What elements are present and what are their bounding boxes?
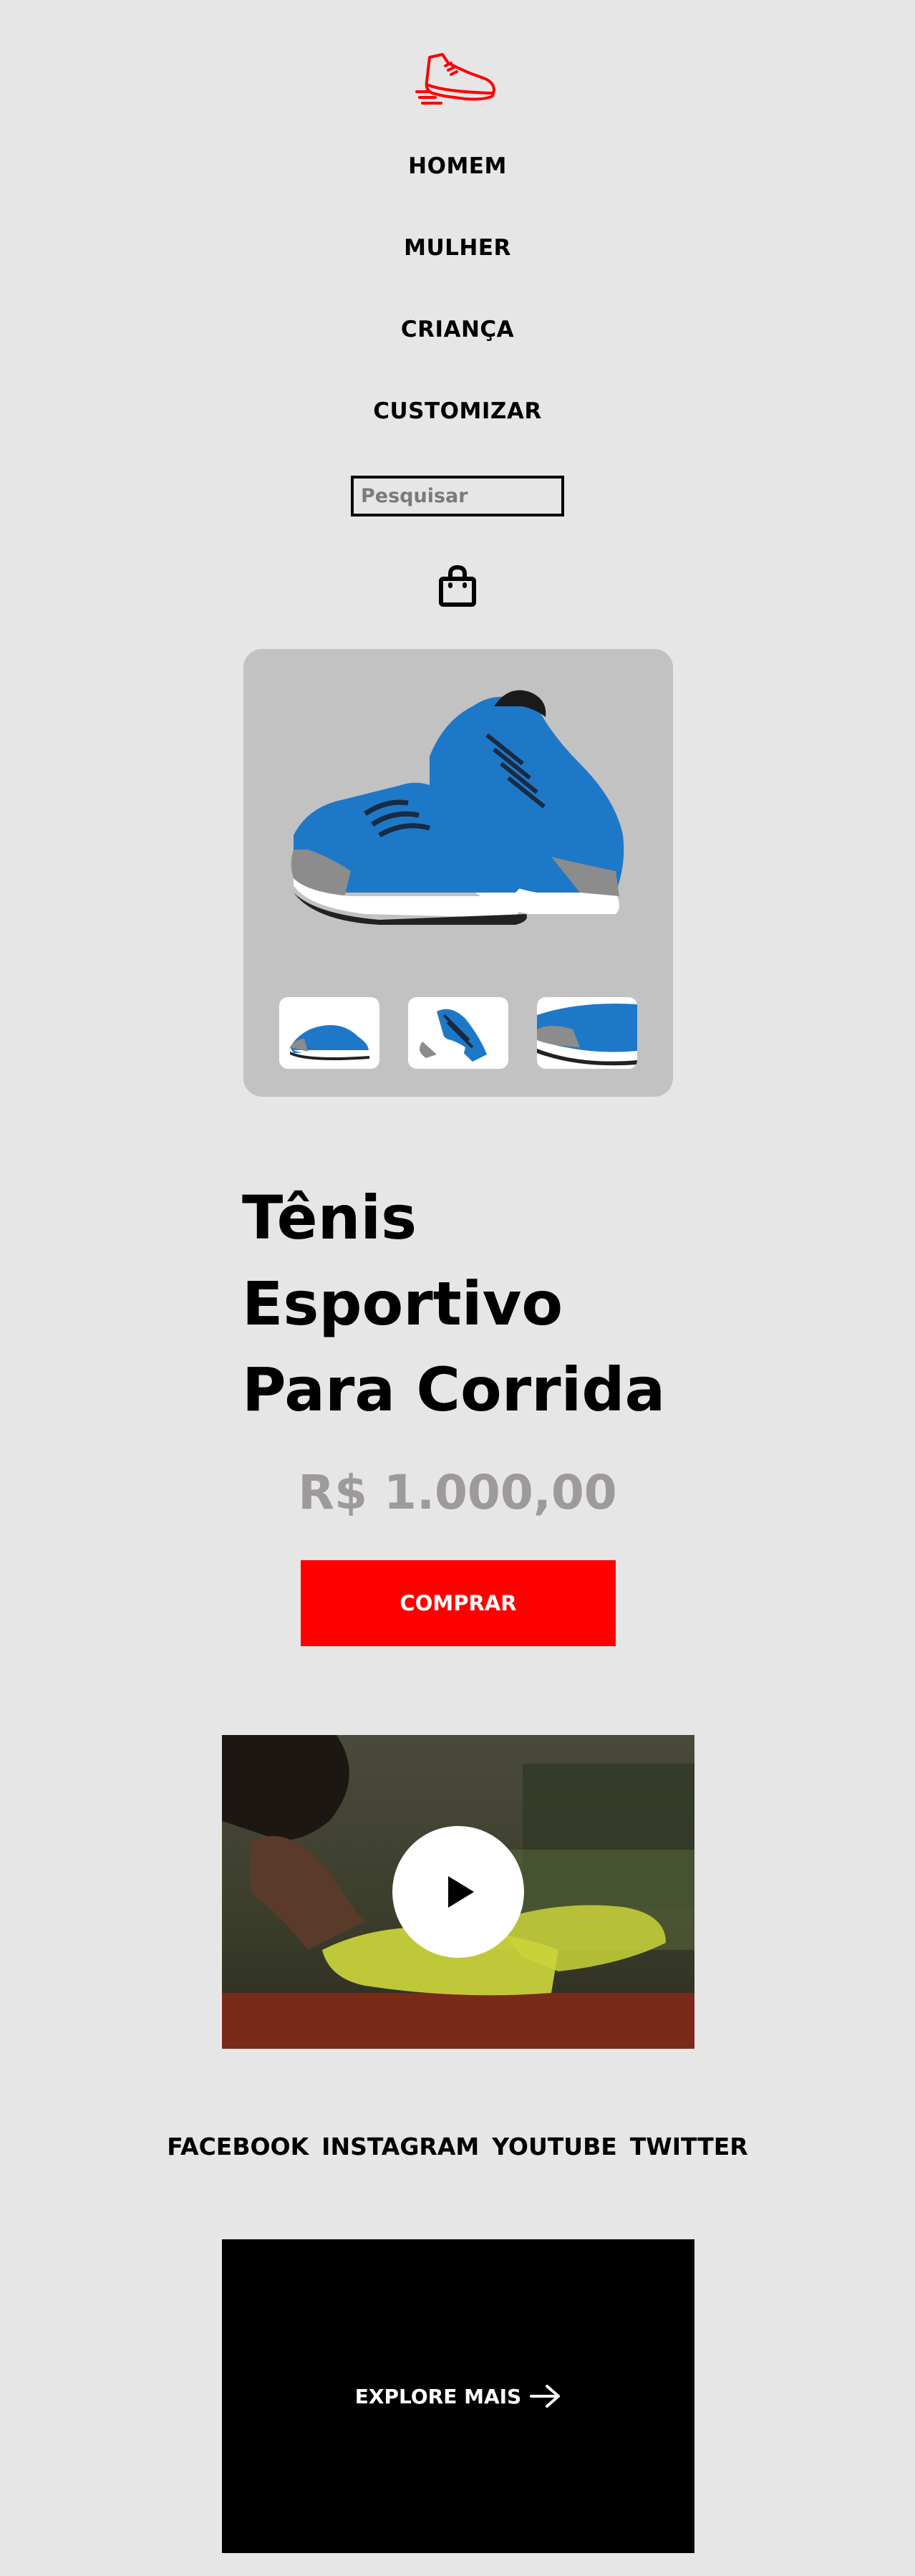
- play-button[interactable]: [392, 1826, 524, 1958]
- product-title: Tênis Esportivo Para Corrida: [242, 1183, 666, 1425]
- buy-button[interactable]: COMPRAR: [301, 1560, 616, 1646]
- nav-item-customizar[interactable]: CUSTOMIZAR: [0, 398, 915, 424]
- running-shoe-icon: [415, 53, 495, 105]
- thumbnail-image: [420, 1009, 487, 1062]
- social-link-facebook[interactable]: FACEBOOK: [167, 2133, 309, 2161]
- product-price: R$ 1.000,00: [298, 1465, 617, 1520]
- social-links: FACEBOOK INSTAGRAM YOUTUBE TWITTER: [0, 2133, 915, 2161]
- product-image: [291, 690, 624, 925]
- social-link-youtube[interactable]: YOUTUBE: [492, 2133, 617, 2161]
- nav-item-crianca[interactable]: CRIANÇA: [0, 317, 915, 342]
- play-icon: [448, 1876, 474, 1908]
- thumbnail-2[interactable]: [408, 997, 508, 1069]
- thumbnail-image: [537, 1004, 637, 1066]
- product-gallery: [243, 649, 673, 1097]
- social-link-instagram[interactable]: INSTAGRAM: [321, 2133, 479, 2161]
- explore-more-label: EXPLORE MAIS: [354, 2384, 522, 2408]
- thumbnail-3[interactable]: [537, 997, 637, 1069]
- thumbnail-image: [290, 1025, 369, 1060]
- brand-logo[interactable]: [415, 50, 500, 113]
- social-link-twitter[interactable]: TWITTER: [630, 2133, 748, 2161]
- nav-item-mulher[interactable]: MULHER: [0, 235, 915, 261]
- arrow-right-icon: [530, 2385, 561, 2408]
- nav-item-homem[interactable]: HOMEM: [0, 153, 915, 179]
- explore-more-button[interactable]: EXPLORE MAIS: [222, 2239, 694, 2553]
- search-input[interactable]: [351, 476, 564, 516]
- thumbnail-1[interactable]: [279, 997, 379, 1069]
- shopping-bag-icon: [439, 565, 476, 607]
- product-video[interactable]: [222, 1735, 694, 2049]
- cart-button[interactable]: [438, 564, 477, 607]
